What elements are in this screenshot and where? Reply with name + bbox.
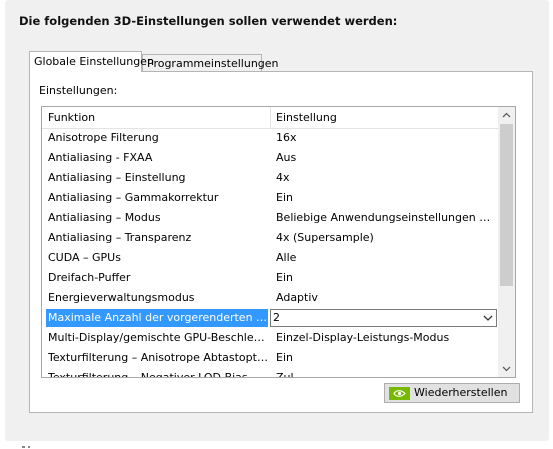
row-feature: Texturfilterung – Anisotrope Abtastoptim… xyxy=(48,351,268,364)
row-feature: Antialiasing – Gammakorrektur xyxy=(48,191,219,204)
tab-global-settings[interactable]: Globale Einstellungen xyxy=(29,51,154,72)
row-setting: Adaptiv xyxy=(276,291,318,304)
scroll-down-arrow-icon[interactable] xyxy=(498,360,515,377)
row-setting: Einzel-Display-Leistungs-Modus xyxy=(276,331,450,344)
table-row[interactable]: Multi-Display/gemischte GPU-Beschleunigu… xyxy=(42,328,498,348)
nvidia-logo-icon xyxy=(389,387,410,400)
scrollbar-thumb[interactable] xyxy=(500,124,513,286)
page-title: Die folgenden 3D-Einstellungen sollen ve… xyxy=(19,14,398,28)
table-row[interactable]: Antialiasing – Gammakorrektur Ein xyxy=(42,188,498,208)
row-setting: 16x xyxy=(276,131,297,144)
column-divider[interactable] xyxy=(270,107,271,128)
row-setting: Aus xyxy=(276,151,297,164)
restore-button[interactable]: Wiederherstellen xyxy=(384,383,520,403)
table-row[interactable]: Antialiasing - FXAA Aus xyxy=(42,148,498,168)
table-row[interactable]: Anisotrope Filterung 16x xyxy=(42,128,498,148)
row-feature: Antialiasing - FXAA xyxy=(48,151,153,164)
settings-grid: Funktion Einstellung Anisotrope Filterun… xyxy=(41,106,516,378)
settings-label: Einstellungen: xyxy=(39,84,118,97)
restore-button-label: Wiederherstellen xyxy=(414,386,508,399)
dropdown-value: 2 xyxy=(273,311,280,324)
table-row[interactable]: Antialiasing – Modus Beliebige Anwendung… xyxy=(42,208,498,228)
row-setting: Beliebige Anwendungseinstellungen außer … xyxy=(276,211,494,224)
truncated-text-fragment xyxy=(22,446,30,448)
row-setting: 4x (Supersample) xyxy=(276,231,374,244)
row-feature: Antialiasing – Transparenz xyxy=(48,231,192,244)
row-feature: Antialiasing – Modus xyxy=(48,211,161,224)
table-row[interactable]: Texturfilterung – Anisotrope Abtastoptim… xyxy=(42,348,498,368)
table-row[interactable]: Antialiasing – Transparenz 4x (Supersamp… xyxy=(42,228,498,248)
table-row[interactable]: CUDA – GPUs Alle xyxy=(42,248,498,268)
table-row[interactable]: Energieverwaltungsmodus Adaptiv xyxy=(42,288,498,308)
table-row-selected[interactable]: Maximale Anzahl der vorgerenderten Einz.… xyxy=(42,308,498,328)
row-setting: 4x xyxy=(276,171,290,184)
row-feature: Antialiasing – Einstellung xyxy=(48,171,186,184)
row-feature: Dreifach-Puffer xyxy=(48,271,131,284)
vertical-scrollbar[interactable] xyxy=(498,107,515,377)
row-feature: CUDA – GPUs xyxy=(48,251,121,264)
row-setting: Ein xyxy=(276,191,293,204)
table-row[interactable]: Dreifach-Puffer Ein xyxy=(42,268,498,288)
row-feature: Multi-Display/gemischte GPU-Beschleunigu… xyxy=(48,331,268,344)
table-row[interactable]: Antialiasing – Einstellung 4x xyxy=(42,168,498,188)
column-header-setting[interactable]: Einstellung xyxy=(276,107,496,128)
scroll-up-arrow-icon[interactable] xyxy=(498,107,515,124)
column-header-function[interactable]: Funktion xyxy=(48,107,270,128)
row-feature: Energieverwaltungsmodus xyxy=(48,291,195,304)
row-feature: Texturfilterung – Negativer LOD-Bias xyxy=(48,371,248,378)
table-row[interactable]: Texturfilterung – Negativer LOD-Bias Zul… xyxy=(42,368,498,378)
chevron-down-icon[interactable] xyxy=(482,311,494,325)
row-setting: Ein xyxy=(276,271,293,284)
row-setting: Alle xyxy=(276,251,297,264)
grid-header: Funktion Einstellung xyxy=(42,107,498,129)
row-feature: Anisotrope Filterung xyxy=(48,131,159,144)
row-feature: Maximale Anzahl der vorgerenderten Einz.… xyxy=(46,309,268,327)
row-setting: Zul... xyxy=(276,371,305,378)
setting-dropdown[interactable]: 2 xyxy=(270,309,497,327)
tab-program-settings[interactable]: Programmeinstellungen xyxy=(142,54,279,72)
row-setting: Ein xyxy=(276,351,293,364)
